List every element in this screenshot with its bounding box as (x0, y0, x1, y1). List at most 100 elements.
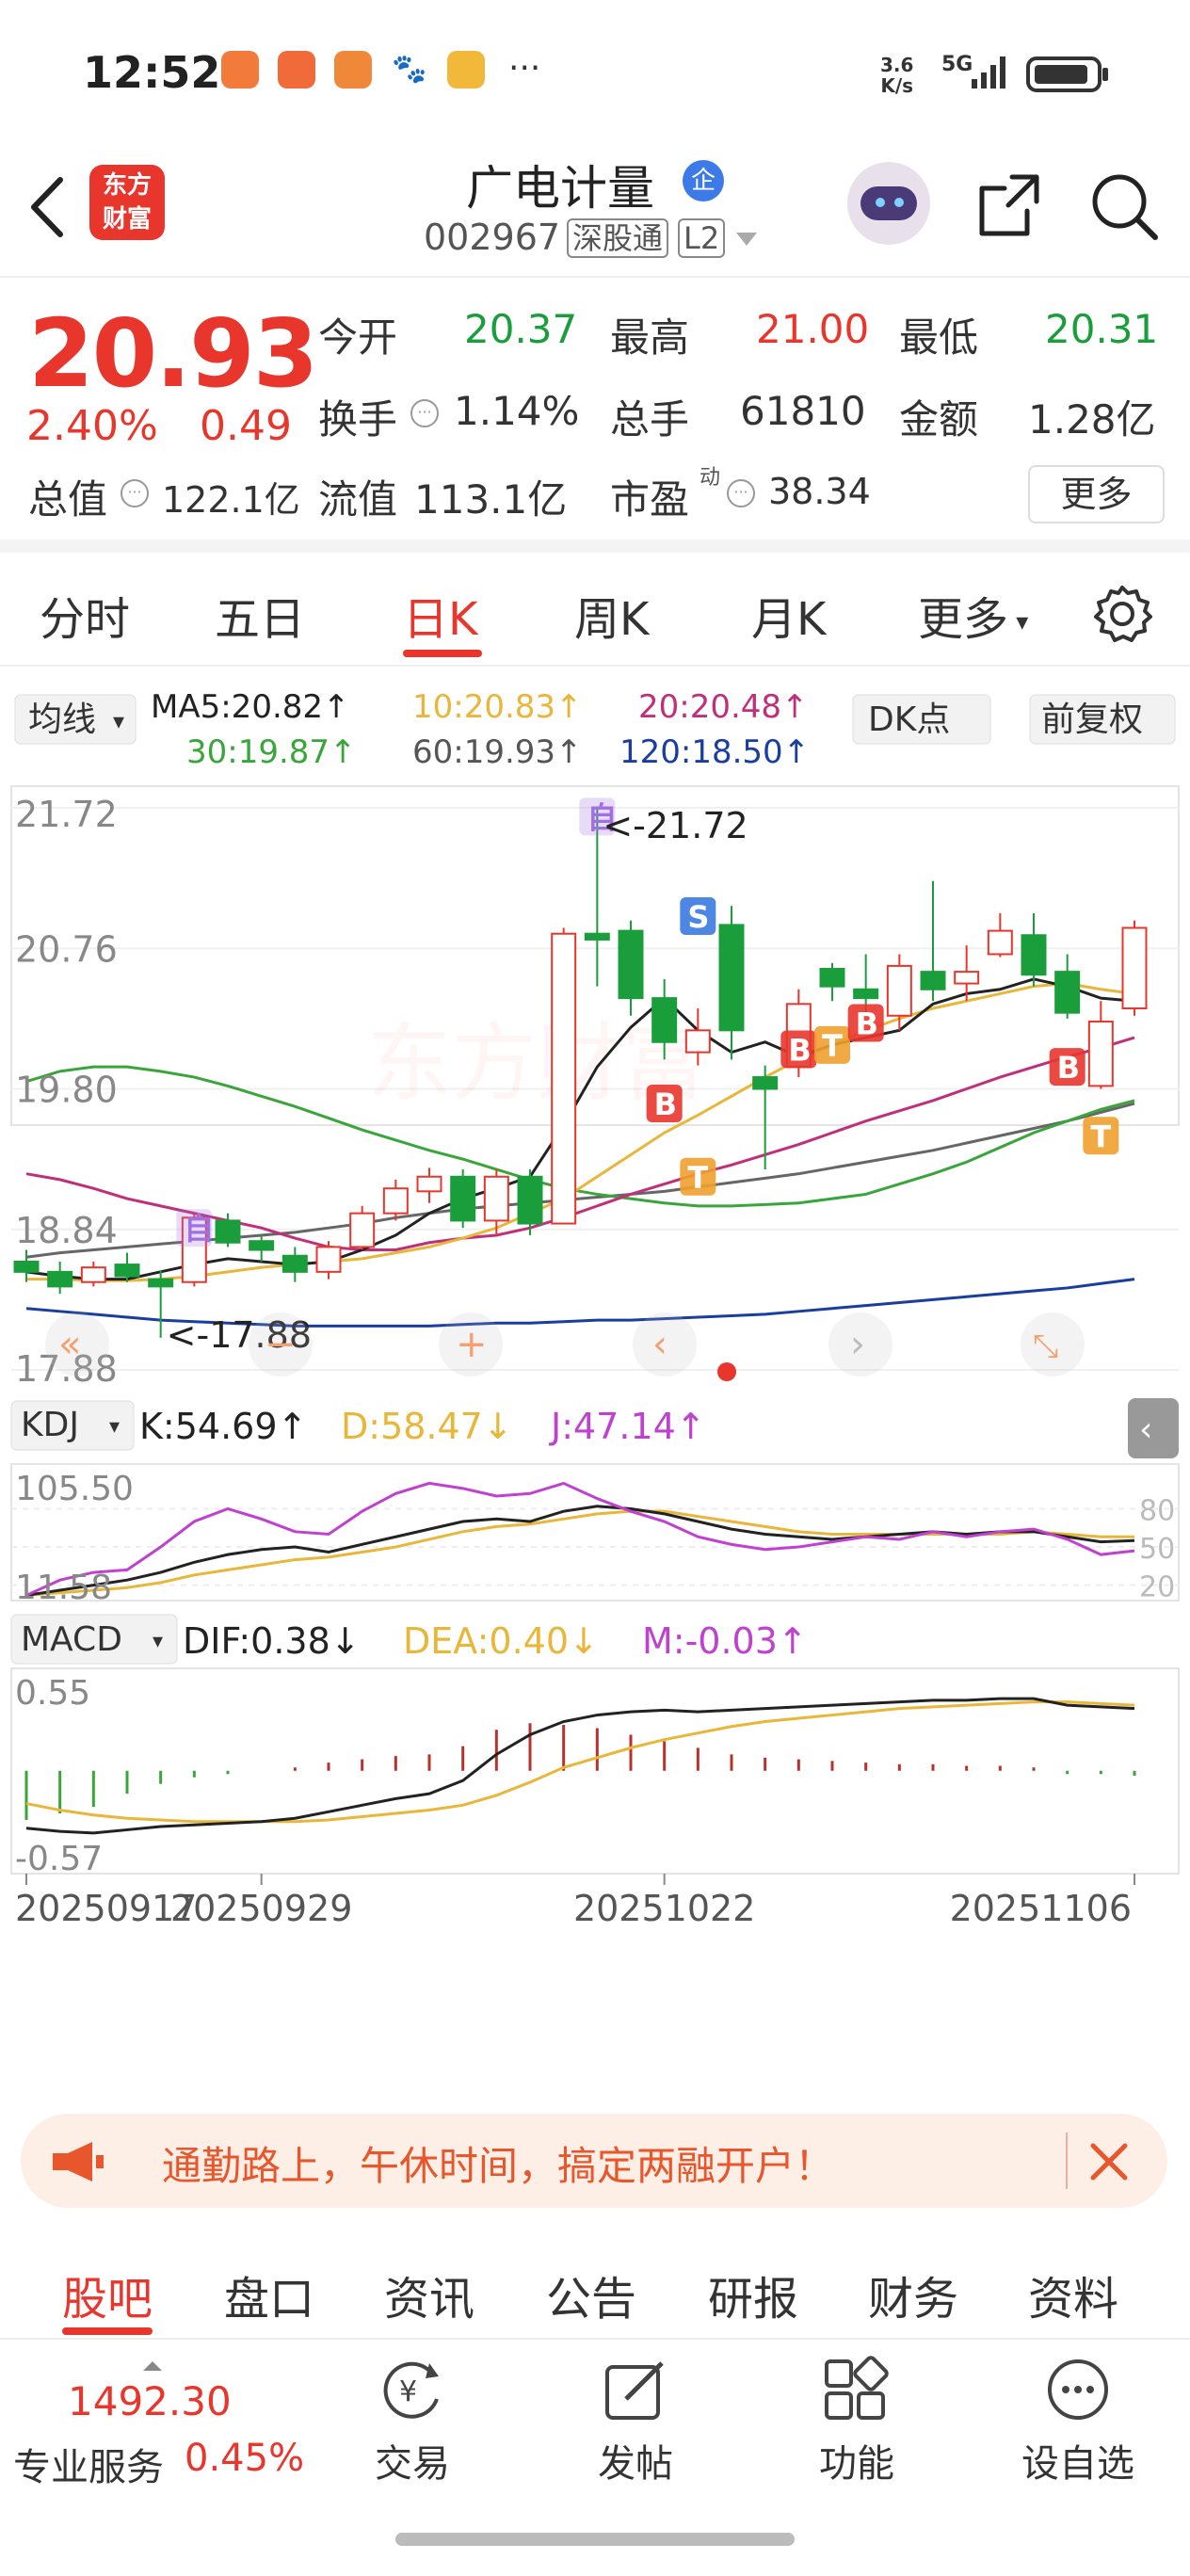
candle-down (1021, 934, 1047, 976)
yuan-cycle-icon: ¥ (383, 2361, 439, 2419)
trade-button[interactable]: ¥ 交易 (337, 2356, 488, 2487)
open-value: 20.37 (464, 306, 578, 352)
chevron-left-icon: ‹ (1139, 1410, 1152, 1449)
settings-icon[interactable] (1092, 584, 1152, 644)
chevron-left-icon: ‹ (652, 1323, 667, 1366)
double-chevron-left-icon: « (58, 1323, 81, 1366)
tab-wuri[interactable]: 五日 (215, 582, 305, 648)
tab-announcements[interactable]: 公告 (546, 2262, 636, 2327)
candle-up (80, 1266, 106, 1283)
pe-label: 市盈 (610, 476, 690, 523)
tab-finance[interactable]: 财务 (868, 2262, 958, 2327)
candle-down (584, 932, 610, 941)
grid-icon (825, 2356, 889, 2420)
candle-up (1121, 926, 1148, 1009)
macd-selector-caret: ▾ (153, 1630, 163, 1653)
ma60-value: 60:19.93↑ (412, 733, 583, 771)
share-icon[interactable] (974, 169, 1046, 241)
promo-banner[interactable]: 通勤路上，午休时间，搞定两融开户！ (21, 2114, 1167, 2208)
post-button[interactable]: 发帖 (560, 2356, 711, 2487)
minus-icon: − (265, 1323, 297, 1366)
x-axis-dates: 2025091720250929 20251022 20251106 (15, 1874, 1135, 1929)
edit-icon (605, 2361, 664, 2420)
tab-pankou[interactable]: 盘口 (224, 2262, 314, 2327)
macd_dif-line (25, 1697, 1135, 1835)
kdj-lines (25, 1481, 1135, 1597)
macd-dif-value: DIF:0.38↓ (183, 1620, 361, 1662)
info-icon[interactable]: ··· (121, 479, 149, 507)
megaphone-icon (53, 2142, 104, 2182)
back-icon[interactable] (26, 174, 68, 240)
more-button[interactable]: 更多 (1028, 465, 1165, 523)
tab-daily-k[interactable]: 日K (403, 582, 477, 648)
candle-up (954, 971, 980, 985)
signal-marker-label: T (1090, 1119, 1111, 1154)
candle-down (281, 1254, 308, 1273)
assistant-avatar[interactable] (847, 162, 930, 245)
candle-up (349, 1212, 376, 1248)
ma-selector-label: 均线 (28, 700, 96, 739)
more-circle-icon (1048, 2359, 1108, 2420)
signal-marker-label: B (856, 1006, 878, 1042)
current-position-dot (717, 1362, 736, 1381)
tab-monthly-k[interactable]: 月K (751, 582, 826, 648)
collapse-panel-button[interactable] (1128, 1398, 1179, 1458)
tab-more[interactable]: 更多 ▾ (918, 582, 1028, 648)
change-amount: 0.49 (200, 402, 292, 450)
signal-marker-label: T (687, 1160, 708, 1196)
content-tabs: 股吧 盘口 资讯 公告 研报 财务 资料 (0, 2231, 1190, 2340)
amount-label: 金额 (899, 396, 979, 443)
candle-up (1087, 1020, 1114, 1087)
candle-up (886, 964, 912, 1017)
kdj-selector-label: KDJ (21, 1406, 79, 1444)
mktcap-label: 总值 (28, 476, 108, 523)
tab-fenshi[interactable]: 分时 (40, 582, 130, 648)
kdj-d-value: D:58.47↓ (341, 1406, 513, 1447)
candle-down (853, 988, 879, 1000)
max-price-annotation: <-21.72 (603, 805, 748, 846)
quote-panel: 20.93 2.40% 0.49 今开 20.37 最高 21.00 最低 20… (0, 280, 1190, 553)
float-value: 113.1亿 (414, 476, 568, 523)
candle-up (416, 1175, 442, 1193)
tab-news[interactable]: 资讯 (384, 2262, 474, 2327)
close-icon[interactable] (1089, 2142, 1129, 2182)
info-icon[interactable]: ··· (410, 399, 439, 427)
candle-up (483, 1175, 509, 1222)
candle-down (618, 929, 644, 1000)
search-icon[interactable] (1087, 169, 1163, 245)
candle-down (215, 1219, 241, 1244)
y-tick-label: 20.76 (15, 928, 118, 970)
kline-chart[interactable]: 均线 ▾ MA5:20.82↑ 10:20.83↑ 20:20.48↑ 30:1… (0, 668, 1190, 2100)
signal-icon (972, 56, 1005, 89)
x-date-label: 20251106 (950, 1888, 1132, 1929)
kdj_j-line (25, 1481, 1135, 1597)
function-button[interactable]: 功能 (781, 2356, 932, 2487)
kdj-k-value: K:54.69↑ (139, 1406, 307, 1447)
add-watchlist-button[interactable]: 设自选 (1003, 2356, 1153, 2487)
signal-marker-label: S (687, 899, 709, 935)
candle-up (987, 929, 1013, 956)
candle-down (1054, 971, 1081, 1014)
signal-marker-label: B (1057, 1050, 1080, 1086)
tab-guba[interactable]: 股吧 (62, 2262, 153, 2327)
candle-down (718, 924, 745, 1032)
index-widget[interactable]: 1492.30 专业服务 0.45% (0, 2354, 311, 2489)
stock-code: 002967 (424, 217, 561, 258)
status-time: 12:52 (83, 47, 221, 98)
tab-weekly-k[interactable]: 周K (574, 582, 649, 648)
net-speed: 3.6 K/s (880, 54, 914, 97)
ma-selector-caret: ▾ (113, 708, 124, 734)
tab-research[interactable]: 研报 (708, 2262, 798, 2327)
dropdown-icon[interactable] (734, 231, 759, 248)
candle-up (551, 932, 577, 1225)
turnover-label: 换手 (318, 396, 398, 443)
candle-down (450, 1175, 476, 1222)
info-icon[interactable]: ··· (727, 479, 755, 507)
stock-name: 广电计量 (466, 161, 654, 216)
tab-profile[interactable]: 资料 (1028, 2262, 1118, 2327)
candle-up (684, 1029, 711, 1054)
macd-dea-value: DEA:0.40↓ (403, 1620, 599, 1662)
ma10-value: 10:20.83↑ (412, 688, 583, 726)
kdj-level-label: 20 (1139, 1571, 1175, 1604)
active-tab-indicator (62, 2327, 153, 2335)
